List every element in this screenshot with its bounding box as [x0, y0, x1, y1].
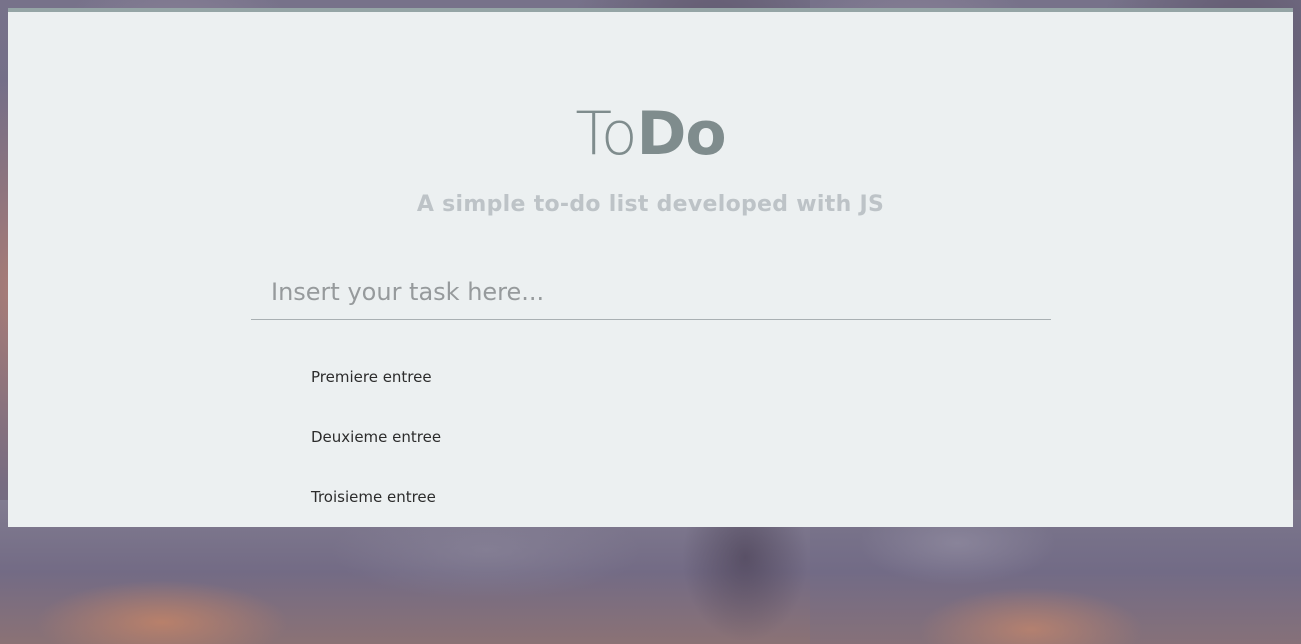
task-item[interactable]: Deuxieme entree [251, 407, 1051, 467]
app-title-bold: Do [636, 99, 727, 169]
header: ToDo A simple to-do list developed with … [8, 12, 1293, 217]
task-list: Premiere entree Deuxieme entree Troisiem… [251, 347, 1051, 527]
task-input[interactable] [251, 266, 1051, 318]
app-title: ToDo [8, 12, 1293, 174]
task-item[interactable]: Premiere entree [251, 347, 1051, 407]
task-item[interactable]: Troisieme entree [251, 467, 1051, 527]
task-input-wrapper [251, 266, 1051, 320]
app-title-light: To [575, 99, 637, 169]
app-subtitle: A simple to-do list developed with JS [416, 192, 885, 217]
